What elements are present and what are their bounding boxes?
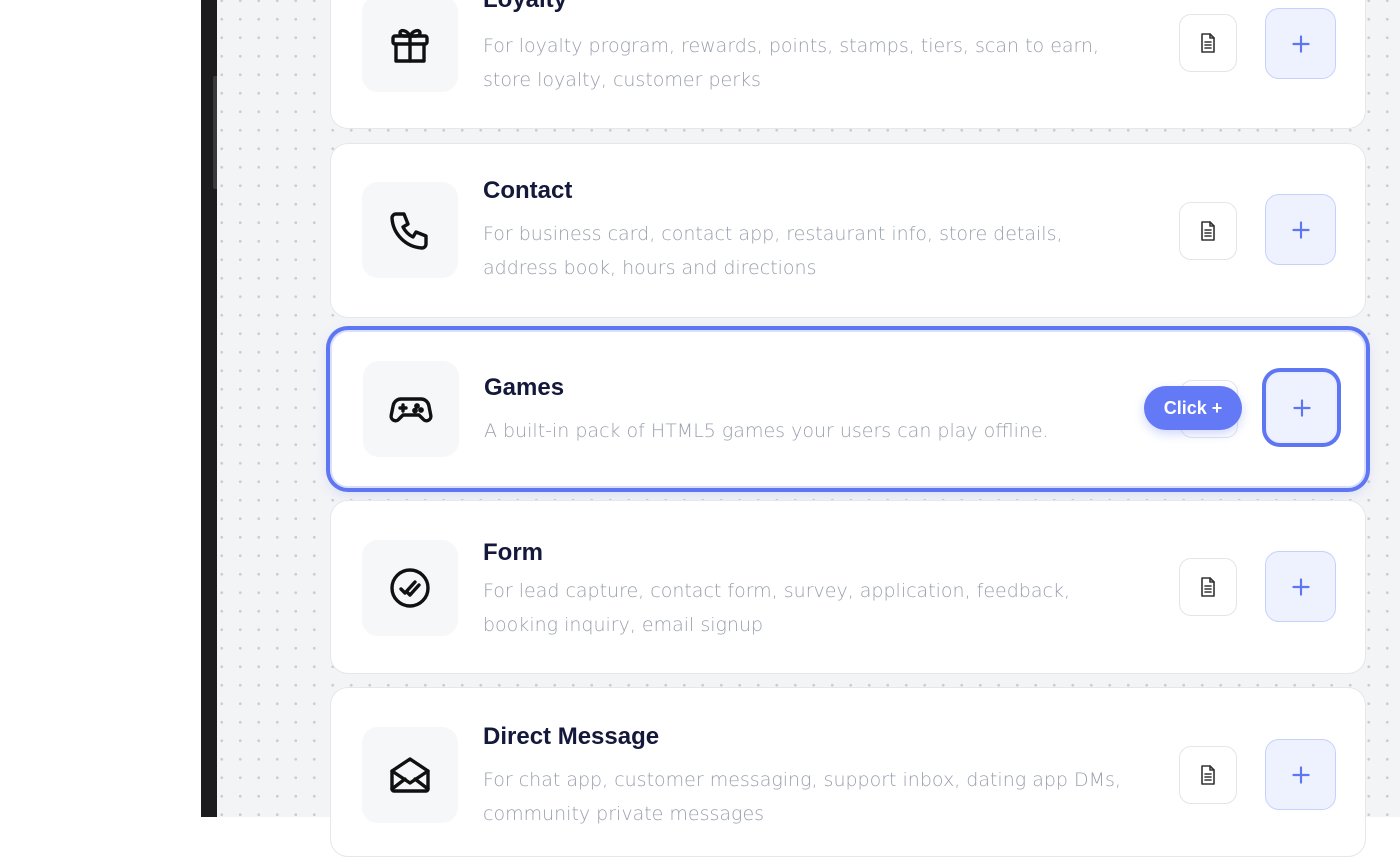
feature-card-form[interactable]: Form For lead capture, contact form, sur… bbox=[330, 500, 1366, 674]
phone-icon bbox=[390, 212, 428, 250]
add-button[interactable] bbox=[1265, 8, 1336, 79]
card-description: For lead capture, contact form, survey, … bbox=[483, 580, 1070, 636]
check-circle-icon bbox=[390, 568, 430, 608]
card-description: A built-in pack of HTML5 games your user… bbox=[484, 420, 1049, 442]
document-icon bbox=[1201, 577, 1215, 597]
plus-icon bbox=[1292, 398, 1311, 417]
add-button[interactable] bbox=[1266, 372, 1337, 443]
left-blank-area bbox=[0, 0, 201, 817]
plus-icon bbox=[1291, 34, 1310, 53]
card-description: For business card, contact app, restaura… bbox=[483, 223, 1063, 279]
icon-tile bbox=[362, 182, 458, 278]
add-button[interactable] bbox=[1265, 739, 1336, 810]
feature-card-direct-message[interactable]: Direct Message For chat app, customer me… bbox=[330, 687, 1366, 857]
document-icon bbox=[1201, 765, 1215, 785]
card-title: Loyalty bbox=[483, 0, 567, 14]
plus-icon bbox=[1291, 220, 1310, 239]
card-title: Direct Message bbox=[483, 723, 660, 750]
card-title: Games bbox=[484, 374, 565, 401]
plus-icon bbox=[1291, 577, 1310, 596]
feature-card-loyalty[interactable]: Loyalty For loyalty program, rewards, po… bbox=[330, 0, 1366, 129]
icon-tile bbox=[362, 540, 458, 636]
gift-icon bbox=[391, 28, 429, 63]
document-icon bbox=[1201, 33, 1215, 53]
details-button[interactable] bbox=[1179, 746, 1237, 804]
click-hint-tooltip: Click + bbox=[1144, 386, 1242, 430]
plus-icon bbox=[1291, 765, 1310, 784]
card-description: For chat app, customer messaging, suppor… bbox=[483, 769, 1121, 825]
icon-tile bbox=[363, 361, 459, 457]
icon-tile bbox=[362, 727, 458, 823]
details-button[interactable] bbox=[1179, 14, 1237, 72]
add-button[interactable] bbox=[1265, 551, 1336, 622]
envelope-open-icon bbox=[390, 757, 430, 793]
details-button[interactable] bbox=[1179, 558, 1237, 616]
document-icon bbox=[1201, 221, 1215, 241]
card-title: Contact bbox=[483, 177, 573, 204]
card-description: For loyalty program, rewards, points, st… bbox=[483, 35, 1100, 91]
details-button[interactable] bbox=[1179, 202, 1237, 260]
add-button[interactable] bbox=[1265, 194, 1336, 265]
card-title: Form bbox=[483, 539, 543, 566]
icon-tile bbox=[362, 0, 458, 92]
gamepad-icon bbox=[389, 397, 433, 423]
feature-card-contact[interactable]: Contact For business card, contact app, … bbox=[330, 143, 1366, 318]
